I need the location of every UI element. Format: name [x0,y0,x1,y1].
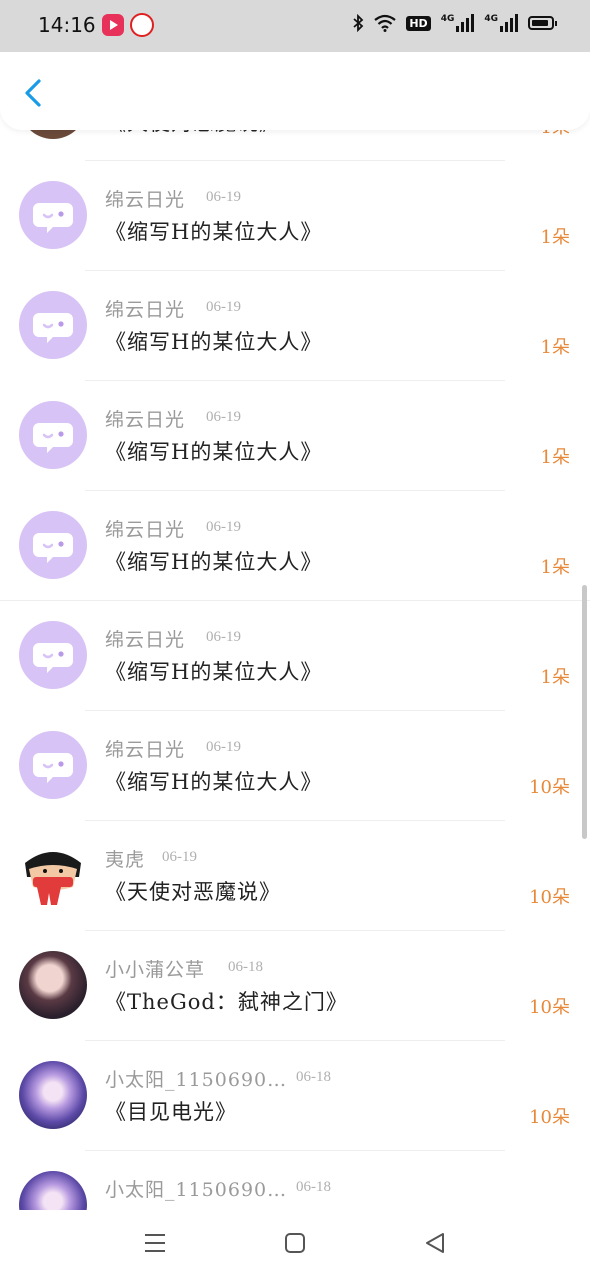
avatar[interactable] [19,951,87,1019]
list-item[interactable]: 绵云日光 06-19 《缩写H的某位大人》 1朵 [0,601,590,711]
anime-character-icon [19,1171,87,1210]
signal-2: 4G [484,14,518,32]
book-title[interactable]: 《缩写H的某位大人》 [105,216,322,246]
list-item[interactable]: 绵云日光 06-19 《缩写H的某位大人》 1朵 [0,381,590,491]
network-label-2: 4G [484,14,498,24]
flower-count: 10朵 [529,777,570,798]
chat-bubble-icon [33,753,73,783]
signal-1: 4G [441,14,475,32]
gift-date: 06-19 [206,519,241,535]
back-button[interactable] [18,76,48,110]
menu-icon[interactable] [142,1230,168,1256]
system-nav-bar [0,1210,590,1280]
book-title[interactable]: 《缩写H的某位大人》 [105,656,322,686]
user-name[interactable]: 小太阳_1150690… [105,1175,287,1202]
battery-icon [528,16,557,30]
list-item[interactable]: 绵云日光 06-19 《缩写H的某位大人》 10朵 [0,711,590,821]
chat-bubble-icon [33,533,73,563]
cartoon-tooth-avatar-icon [25,852,81,905]
signal-bars-2-icon [500,14,518,32]
book-title[interactable]: 《TheGod：弑神之门》 [105,986,348,1016]
bluetooth-icon [353,14,364,32]
shopping-app-icon [130,13,154,37]
gift-list[interactable]: 《天使对恶魔说》 1朵 绵云日光06-19《缩写H的某位大人》1朵绵云日光06-… [0,52,590,1210]
flower-count: 1朵 [540,227,570,248]
user-name[interactable]: 夷虎 [105,845,145,872]
network-label-1: 4G [440,14,455,24]
user-name[interactable]: 绵云日光 [105,185,185,212]
flower-count: 10朵 [529,1107,570,1128]
book-title[interactable]: 《缩写H的某位大人》 [105,546,322,576]
list-item[interactable]: 绵云日光 06-19 《缩写H的某位大人》 1朵 [0,491,590,601]
list-item[interactable]: 小太阳_1150690… 06-18 [0,1151,590,1210]
gift-date: 06-19 [162,849,197,865]
user-name[interactable]: 小太阳_1150690… [105,1065,287,1092]
list-item[interactable]: 小太阳_1150690… 06-18 《目见电光》 10朵 [0,1041,590,1151]
video-app-icon [102,14,124,36]
avatar[interactable] [19,621,87,689]
gift-date: 06-19 [206,299,241,315]
avatar[interactable] [19,511,87,579]
gift-date: 06-18 [296,1179,331,1195]
gift-date: 06-19 [206,409,241,425]
flower-count: 1朵 [540,447,570,468]
flower-count: 1朵 [540,557,570,578]
avatar[interactable] [19,1061,87,1129]
book-title[interactable]: 《目见电光》 [105,1096,237,1126]
gift-date: 06-18 [228,959,263,975]
chat-bubble-icon [33,203,73,233]
list-item[interactable]: 绵云日光 06-19 《缩写H的某位大人》 1朵 [0,271,590,381]
status-indicators: HD 4G 4G [352,14,557,32]
flower-count: 10朵 [529,887,570,908]
book-title[interactable]: 《缩写H的某位大人》 [105,326,322,356]
flower-count: 1朵 [540,667,570,688]
list-item[interactable]: 绵云日光 06-19 《缩写H的某位大人》 1朵 [0,161,590,271]
chat-bubble-icon [33,643,73,673]
wifi-icon [374,14,397,32]
user-name[interactable]: 绵云日光 [105,515,185,542]
user-name[interactable]: 小小蒲公草 [105,955,205,982]
user-name[interactable]: 绵云日光 [105,405,185,432]
anime-character-icon [19,1061,87,1129]
list-item[interactable]: 小小蒲公草 06-18 《TheGod：弑神之门》 10朵 [0,931,590,1041]
gift-date: 06-19 [206,189,241,205]
portrait-photo-icon [19,951,87,1019]
chat-bubble-icon [33,423,73,453]
flower-count: 10朵 [529,997,570,1018]
gift-date: 06-19 [206,739,241,755]
home-icon[interactable] [282,1230,308,1256]
signal-bars-1-icon [456,14,475,32]
list-item[interactable]: 夷虎 06-19 《天使对恶魔说》 10朵 [0,821,590,931]
user-name[interactable]: 绵云日光 [105,295,185,322]
chat-bubble-icon [33,313,73,343]
flower-count: 1朵 [540,337,570,358]
hd-icon: HD [406,15,431,31]
book-title[interactable]: 《缩写H的某位大人》 [105,436,322,466]
avatar[interactable] [19,1171,87,1210]
back-triangle-icon[interactable] [422,1230,448,1256]
scrollbar[interactable] [582,585,587,839]
avatar[interactable] [19,841,87,909]
avatar[interactable] [19,401,87,469]
status-bar: 14:16 HD 4G 4G [0,0,590,52]
avatar[interactable] [19,291,87,359]
status-time: 14:16 [38,13,96,37]
user-name[interactable]: 绵云日光 [105,625,185,652]
avatar[interactable] [19,181,87,249]
book-title[interactable]: 《缩写H的某位大人》 [105,766,322,796]
avatar[interactable] [19,731,87,799]
header [0,52,590,130]
book-title[interactable]: 《天使对恶魔说》 [105,876,281,906]
gift-date: 06-19 [206,629,241,645]
user-name[interactable]: 绵云日光 [105,735,185,762]
gift-date: 06-18 [296,1069,331,1085]
